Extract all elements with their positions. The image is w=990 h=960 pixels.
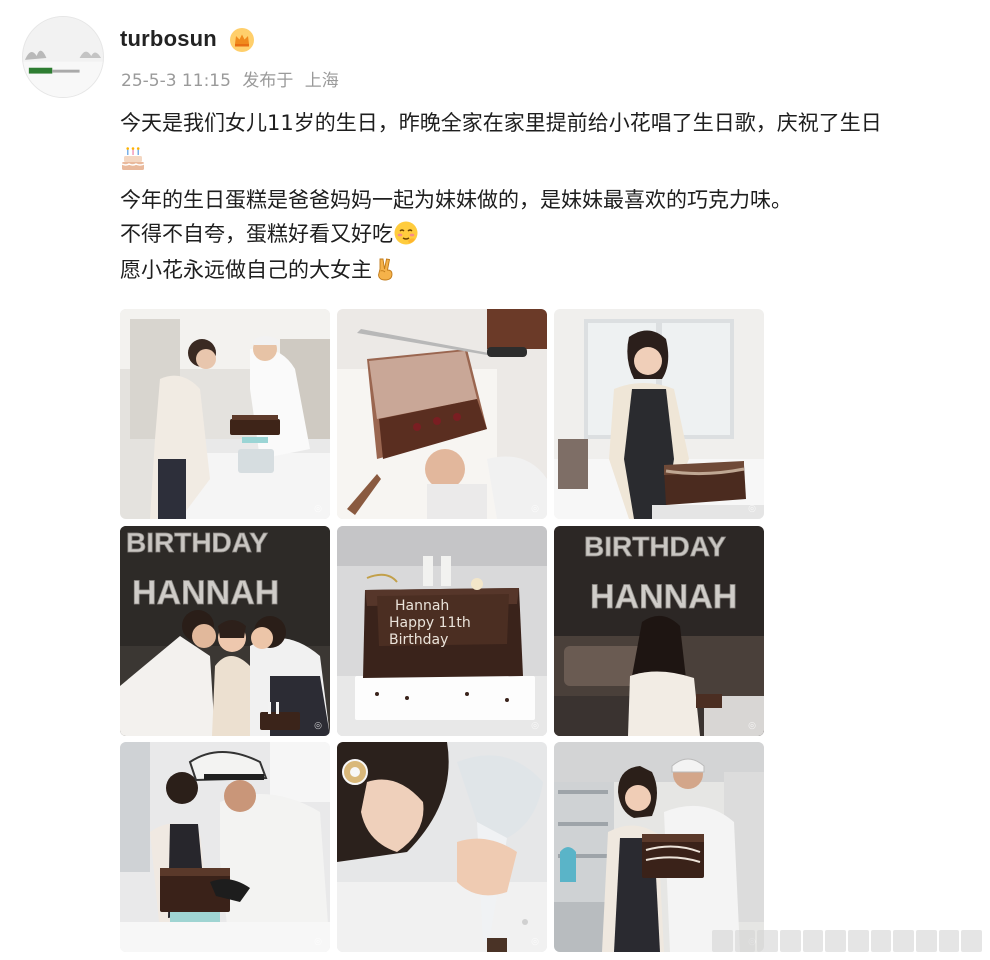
photo-5-cake-text-1: Hannah bbox=[395, 598, 449, 614]
photo-5[interactable]: Hannah Happy 11th Birthday ◎ bbox=[337, 526, 547, 736]
photo-4-balloon-text-1: BIRTHDAY bbox=[126, 527, 268, 558]
post-text-line-1: 今天是我们女儿11岁的生日，昨晚全家在家里提前给小花唱了生日歌，庆祝了生日 bbox=[120, 111, 882, 135]
crown-icon bbox=[230, 28, 254, 52]
photo-5-cake-text-3: Birthday bbox=[389, 632, 448, 648]
photo-6-balloon-text-2: HANNAH bbox=[590, 578, 737, 616]
photo-6[interactable]: BIRTHDAY HANNAH ◎ bbox=[554, 526, 764, 736]
photo-3-watermark: ◎ bbox=[748, 504, 756, 514]
published-label: 发布于 bbox=[242, 71, 294, 91]
photo-1-watermark: ◎ bbox=[314, 504, 322, 514]
post-meta: 25-5-3 11:15 发布于 上海 bbox=[121, 66, 345, 91]
post-text-line-3-text: 不得不自夸，蛋糕好看又好吃 bbox=[120, 222, 393, 246]
photo-7-image bbox=[120, 742, 330, 952]
photo-7-watermark: ◎ bbox=[314, 937, 322, 947]
photo-2-watermark: ◎ bbox=[531, 504, 539, 514]
photo-8-watermark: ◎ bbox=[531, 937, 539, 947]
photo-3-image bbox=[554, 309, 764, 519]
photo-1-image bbox=[120, 309, 330, 519]
photo-8-image bbox=[337, 742, 547, 952]
post-date: 25-5-3 11:15 bbox=[121, 71, 231, 91]
photo-1[interactable]: ◎ bbox=[120, 309, 330, 519]
photo-5-watermark: ◎ bbox=[531, 721, 539, 731]
photo-9[interactable]: ◎ bbox=[554, 742, 764, 952]
post-location[interactable]: 上海 bbox=[305, 71, 339, 91]
username[interactable]: turbosun bbox=[120, 26, 217, 52]
photo-grid: ◎ ◎ ◎ BIRTHDAY HANNAH ◎ Hannah Happy 11t… bbox=[120, 309, 764, 952]
photo-7[interactable]: ◎ bbox=[120, 742, 330, 952]
avatar-image bbox=[23, 17, 103, 97]
photo-2[interactable]: ◎ bbox=[337, 309, 547, 519]
photo-8[interactable]: ◎ bbox=[337, 742, 547, 952]
photo-6-balloon-text-1: BIRTHDAY bbox=[584, 531, 726, 562]
blurred-text bbox=[712, 930, 983, 952]
post-text-line-4-text: 愿小花永远做自己的大女主 bbox=[120, 258, 372, 282]
photo-6-image: BIRTHDAY HANNAH bbox=[554, 526, 764, 736]
photo-3[interactable]: ◎ bbox=[554, 309, 764, 519]
victory-hand-emoji bbox=[378, 258, 393, 281]
post-text-line-4: 愿小花永远做自己的大女主 bbox=[120, 253, 398, 287]
photo-4-balloon-text-2: HANNAH bbox=[132, 574, 279, 612]
photo-4[interactable]: BIRTHDAY HANNAH ◎ bbox=[120, 526, 330, 736]
weibo-post: turbosun 25-5-3 11:15 发布于 上海 今天是我们女儿11岁的… bbox=[0, 0, 990, 960]
post-text-line-2: 今年的生日蛋糕是爸爸妈妈一起为妹妹做的，是妹妹最喜欢的巧克力味。 bbox=[120, 188, 792, 212]
blushing-face-emoji bbox=[394, 221, 418, 245]
photo-4-watermark: ◎ bbox=[314, 721, 322, 731]
post-text-line-3: 不得不自夸，蛋糕好看又好吃 bbox=[120, 217, 419, 251]
photo-5-cake-text-2: Happy 11th bbox=[389, 615, 471, 631]
photo-9-image bbox=[554, 742, 764, 952]
cake-emoji bbox=[121, 147, 145, 170]
photo-4-image: BIRTHDAY HANNAH bbox=[120, 526, 330, 736]
photo-5-image: Hannah Happy 11th Birthday bbox=[337, 526, 547, 736]
photo-6-watermark: ◎ bbox=[748, 721, 756, 731]
photo-2-image bbox=[337, 309, 547, 519]
avatar[interactable] bbox=[22, 16, 104, 98]
